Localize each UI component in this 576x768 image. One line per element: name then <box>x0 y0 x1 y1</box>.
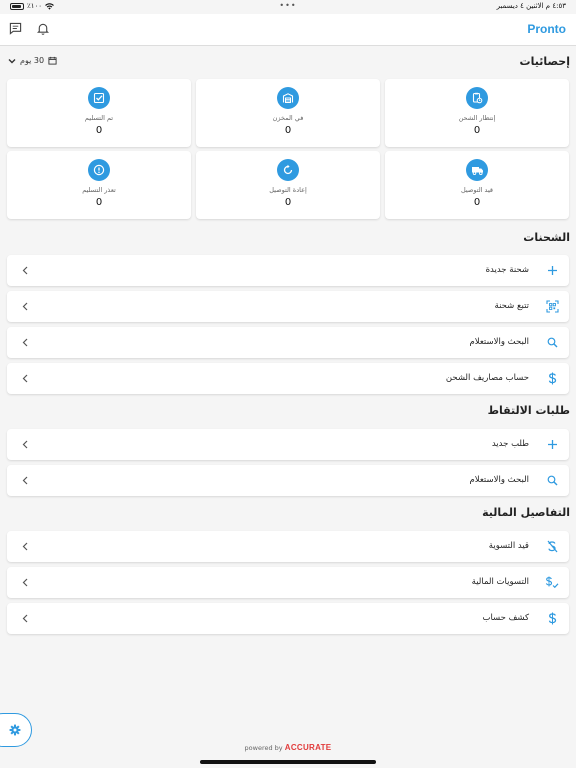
stat-label: قيد التوصيل <box>460 186 494 194</box>
truck-icon <box>466 159 488 181</box>
stats-section-title: إحصائيات <box>519 55 570 68</box>
dollar-icon <box>545 371 559 385</box>
gear-icon <box>9 724 21 736</box>
new-shipment-row[interactable]: شحنة جديدة <box>7 255 569 286</box>
dollar-check-icon <box>545 575 559 589</box>
row-label: البحث والاستعلام <box>469 337 530 347</box>
row-label: البحث والاستعلام <box>469 475 530 485</box>
finance-section-title: التفاصيل المالية <box>482 506 570 519</box>
shipping-cost-calculator-row[interactable]: حساب مصاريف الشحن <box>7 363 569 394</box>
app-brand-title: Pronto <box>527 22 566 36</box>
stat-card-delivery-failed[interactable]: تعذر التسليم 0 <box>7 151 191 219</box>
pickup-search-row[interactable]: البحث والاستعلام <box>7 465 569 496</box>
app-bar: Pronto <box>0 14 576 46</box>
accurate-logo: ACCURATE <box>284 743 332 752</box>
chevron-left-icon <box>19 371 31 385</box>
check-box-icon <box>88 87 110 109</box>
search-icon <box>545 473 559 487</box>
settings-button[interactable] <box>0 713 32 747</box>
row-label: قيد التسوية <box>488 541 529 551</box>
stat-label: إعادة التوصيل <box>269 186 307 194</box>
chevron-left-icon <box>19 263 31 277</box>
chevron-left-icon <box>19 299 31 313</box>
battery-level: ٪١٠٠ <box>27 2 43 10</box>
stat-value: 0 <box>284 197 292 208</box>
battery-icon <box>10 2 24 10</box>
dollar-icon <box>545 611 559 625</box>
row-label: كشف حساب <box>482 613 529 623</box>
stat-label: إنتظار الشحن <box>458 114 496 122</box>
track-shipment-row[interactable]: تتبع شحنة <box>7 291 569 322</box>
plus-icon <box>545 437 559 451</box>
stat-card-delivered[interactable]: تم التسليم 0 <box>7 79 191 147</box>
row-label: شحنة جديدة <box>485 265 529 275</box>
notifications-bell-icon[interactable] <box>36 21 50 35</box>
shipment-search-row[interactable]: البحث والاستعلام <box>7 327 569 358</box>
row-label: تتبع شحنة <box>494 301 529 311</box>
status-left: ٪١٠٠ <box>10 2 54 10</box>
search-icon <box>545 335 559 349</box>
stat-label: تم التسليم <box>84 114 114 122</box>
plus-icon <box>545 263 559 277</box>
money-off-icon <box>545 539 559 553</box>
date-range-label: 30 يوم <box>20 56 45 65</box>
chevron-left-icon <box>19 335 31 349</box>
powered-by-footer: powered by ACCURATE <box>0 743 576 752</box>
pickups-section-title: طلبات الالتقاط <box>487 404 570 417</box>
chevron-left-icon <box>19 473 31 487</box>
stat-card-out-for-delivery[interactable]: قيد التوصيل 0 <box>385 151 569 219</box>
stat-label: في المخزن <box>272 114 304 122</box>
wifi-icon <box>45 2 54 10</box>
home-indicator[interactable] <box>200 760 376 764</box>
shipments-section-title: الشحنات <box>523 231 570 244</box>
scan-icon <box>545 299 559 313</box>
chevron-left-icon <box>19 539 31 553</box>
stat-card-in-warehouse[interactable]: في المخزن 0 <box>196 79 380 147</box>
status-time-date: ٤:٥٣ م الاثنين ٤ ديسمبر <box>496 2 566 10</box>
row-label: حساب مصاريف الشحن <box>445 373 529 383</box>
chevron-left-icon <box>19 575 31 589</box>
warehouse-icon <box>277 87 299 109</box>
clipboard-clock-icon <box>466 87 488 109</box>
stat-value: 0 <box>473 197 481 208</box>
financial-settlements-row[interactable]: التسويات المالية <box>7 567 569 598</box>
calendar-icon <box>48 56 57 65</box>
row-label: طلب جديد <box>491 439 529 449</box>
row-label: التسويات المالية <box>471 577 529 587</box>
stat-card-redelivery[interactable]: إعادة التوصيل 0 <box>196 151 380 219</box>
chevron-left-icon <box>19 611 31 625</box>
stat-value: 0 <box>95 197 103 208</box>
stat-value: 0 <box>473 125 481 136</box>
chevron-down-icon <box>8 58 16 63</box>
stat-label: تعذر التسليم <box>82 186 116 194</box>
stat-value: 0 <box>95 125 103 136</box>
status-bar: ٪١٠٠ ••• ٤:٥٣ م الاثنين ٤ ديسمبر <box>0 0 576 14</box>
stat-card-awaiting-shipping[interactable]: إنتظار الشحن 0 <box>385 79 569 147</box>
messages-icon[interactable] <box>8 21 22 35</box>
pending-settlement-row[interactable]: قيد التسوية <box>7 531 569 562</box>
date-range-selector[interactable]: 30 يوم <box>8 56 57 65</box>
powered-by-text: powered by <box>244 744 283 752</box>
multitask-dots[interactable]: ••• <box>279 1 296 10</box>
stat-value: 0 <box>284 125 292 136</box>
new-pickup-request-row[interactable]: طلب جديد <box>7 429 569 460</box>
alert-icon <box>88 159 110 181</box>
refresh-icon <box>277 159 299 181</box>
chevron-left-icon <box>19 437 31 451</box>
account-statement-row[interactable]: كشف حساب <box>7 603 569 634</box>
